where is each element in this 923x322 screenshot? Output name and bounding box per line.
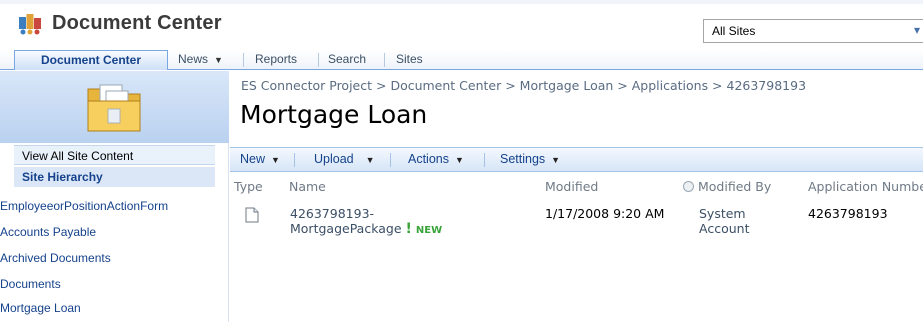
document-name-line2: MortgagePackage! NEW: [290, 221, 442, 237]
upload-menu-label: Upload: [314, 152, 354, 166]
header-topline: [0, 0, 923, 4]
document-name-link[interactable]: 4263798193- MortgagePackage! NEW: [290, 206, 442, 237]
sidebar-item-employeeorpositionactionform[interactable]: EmployeeorPositionActionForm: [0, 199, 215, 213]
view-all-site-content-link[interactable]: View All Site Content: [14, 145, 215, 165]
site-header: Document Center All Sites ▾: [0, 0, 923, 50]
caret-down-icon: ▼: [365, 155, 375, 165]
column-header-application-number[interactable]: Application Numbe: [808, 179, 923, 194]
page-title: Mortgage Loan: [240, 100, 428, 129]
column-header-modified-by-label: Modified By: [698, 179, 772, 194]
toolbar-divider: [294, 153, 295, 167]
left-sidebar: View All Site Content Site Hierarchy Emp…: [0, 71, 229, 322]
sidebar-item-accounts-payable[interactable]: Accounts Payable: [0, 225, 215, 239]
tab-sites-label: Sites: [396, 52, 423, 66]
tab-document-center-label: Document Center: [40, 53, 141, 67]
tab-search[interactable]: Search: [322, 50, 372, 70]
upload-menu-button[interactable]: Upload ▼: [314, 152, 375, 166]
caret-down-icon: ▼: [551, 155, 561, 165]
caret-down-icon: ▼: [271, 155, 280, 165]
new-menu-label: New: [240, 152, 266, 166]
sidebar-item-archived-documents[interactable]: Archived Documents: [0, 251, 215, 265]
modified-by-link[interactable]: System Account: [699, 206, 749, 236]
search-scope-select[interactable]: All Sites ▾: [703, 19, 923, 43]
caret-down-icon[interactable]: ▼: [214, 55, 223, 65]
column-header-modified-by[interactable]: Modified By: [683, 179, 771, 194]
settings-menu-button[interactable]: Settings ▼: [500, 152, 560, 166]
actions-menu-button[interactable]: Actions ▼: [408, 152, 464, 166]
column-header-type[interactable]: Type: [234, 179, 263, 194]
breadcrumb[interactable]: ES Connector Project > Document Center >…: [241, 78, 806, 93]
nav-divider: [243, 53, 244, 67]
new-indicator-icon: !: [405, 221, 412, 237]
sidebar-item-documents[interactable]: Documents: [0, 277, 215, 291]
site-title[interactable]: Document Center: [52, 12, 222, 35]
document-icon[interactable]: [245, 207, 259, 223]
list-toolbar: New ▼ Upload ▼ Actions ▼ Settings ▼: [230, 147, 923, 172]
tab-news[interactable]: News ▼: [172, 50, 229, 70]
actions-menu-label: Actions: [408, 152, 449, 166]
column-header-name[interactable]: Name: [289, 179, 326, 194]
document-name-line1: 4263798193-: [290, 206, 375, 221]
presence-icon: [683, 181, 694, 192]
site-hierarchy-heading: Site Hierarchy: [14, 167, 215, 187]
tab-search-label: Search: [328, 52, 367, 66]
column-header-modified[interactable]: Modified: [545, 179, 598, 194]
new-menu-button[interactable]: New ▼: [240, 152, 280, 166]
site-hierarchy-label: Site Hierarchy: [22, 170, 103, 184]
tab-document-center[interactable]: Document Center: [14, 50, 168, 70]
nav-divider: [318, 53, 319, 67]
caret-down-icon: ▼: [455, 155, 464, 165]
new-badge: NEW: [415, 225, 443, 236]
view-all-site-content-label: View All Site Content: [22, 149, 134, 163]
modified-value: 1/17/2008 9:20 AM: [545, 206, 665, 221]
toolbar-divider: [484, 153, 485, 167]
sidebar-item-mortgage-loan[interactable]: Mortgage Loan: [0, 301, 215, 315]
folder-icon: [87, 84, 141, 132]
nav-divider: [384, 53, 385, 67]
toolbar-divider: [390, 153, 391, 167]
tab-reports[interactable]: Reports: [249, 50, 303, 70]
chevron-down-icon[interactable]: ▾: [914, 23, 920, 37]
top-navigation: Document Center News ▼ Reports Search Sit…: [0, 50, 923, 70]
modified-by-line2: Account: [699, 221, 750, 236]
site-logo-icon: [19, 14, 41, 35]
tab-news-label: News: [178, 52, 209, 66]
search-scope-value: All Sites: [712, 24, 756, 38]
tab-sites[interactable]: Sites: [390, 50, 429, 70]
document-name-text: MortgagePackage: [290, 221, 402, 236]
application-number-value: 4263798193: [808, 206, 888, 221]
sidebar-banner: [0, 71, 229, 143]
modified-by-line1: System: [699, 206, 746, 221]
tab-reports-label: Reports: [255, 52, 298, 66]
settings-menu-label: Settings: [500, 152, 546, 166]
